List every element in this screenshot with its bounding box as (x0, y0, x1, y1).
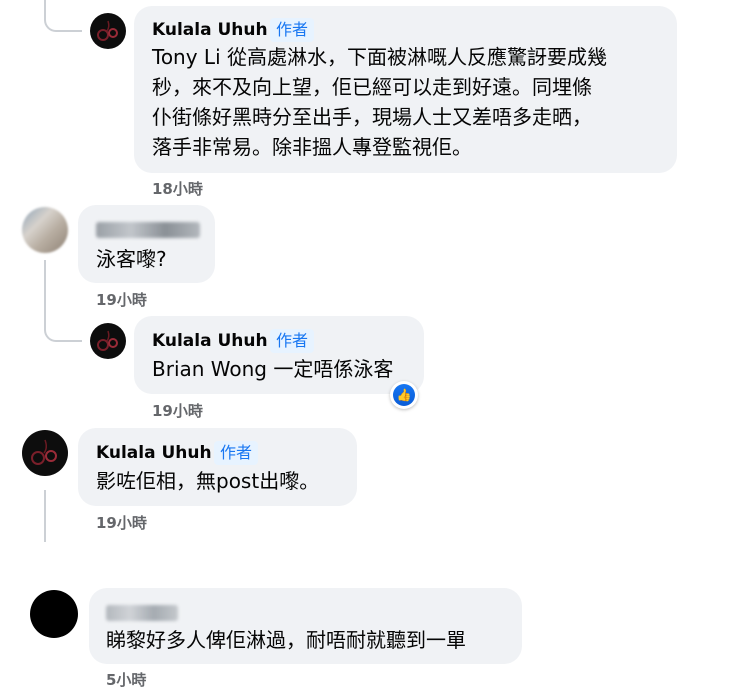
comment-text: 睇黎好多人俾佢淋過，耐唔耐就聽到一單 (106, 628, 466, 652)
avatar-image (97, 20, 118, 41)
avatar[interactable] (22, 430, 68, 476)
comment-timestamp[interactable]: 19小時 (152, 400, 203, 421)
comment-author-name[interactable]: Kulala Uhuh (152, 331, 268, 351)
comment-text-line: 仆街條好黑時分至出手，現場人士又差唔多走晒， (152, 105, 592, 129)
comment-text: 影咗佢相，無post出嚟。 (96, 469, 320, 493)
comment-text: Brian Wong 一定唔係泳客 (152, 357, 394, 381)
comment-text: 泳客嚟? (96, 247, 167, 271)
avatar[interactable] (30, 590, 78, 638)
thread-connector (44, 0, 82, 32)
avatar[interactable] (90, 13, 126, 49)
thread-line (44, 490, 46, 542)
comment-timestamp[interactable]: 18小時 (152, 178, 203, 199)
comment-author-name[interactable]: Kulala Uhuh (152, 20, 268, 40)
avatar-image (31, 439, 57, 465)
comment-text-line: 秒，來不及向上望，佢已經可以走到好遠。同埋條 (152, 75, 592, 99)
author-badge: 作者 (214, 441, 259, 465)
comment-timestamp[interactable]: 5小時 (106, 669, 146, 690)
comment-author-name[interactable]: Kulala Uhuh (96, 443, 212, 463)
avatar[interactable] (90, 323, 126, 359)
blurred-author-name[interactable] (96, 222, 200, 238)
reaction-badge[interactable]: 👍 (390, 381, 418, 409)
avatar-image (97, 330, 118, 351)
comment-timestamp[interactable]: 19小時 (96, 512, 147, 533)
thread-connector (44, 300, 82, 342)
blurred-author-name[interactable] (106, 605, 178, 621)
like-icon: 👍 (393, 384, 415, 406)
comment-text-line: 落手非常易。除非搵人專登監視佢。 (152, 135, 472, 159)
avatar[interactable] (22, 207, 68, 253)
comment-text-line: Tony Li 從高處淋水，下面被淋嘅人反應驚訝要成幾 (152, 45, 607, 69)
author-badge: 作者 (270, 329, 315, 353)
comment-timestamp[interactable]: 19小時 (96, 289, 147, 310)
author-badge: 作者 (270, 18, 315, 42)
